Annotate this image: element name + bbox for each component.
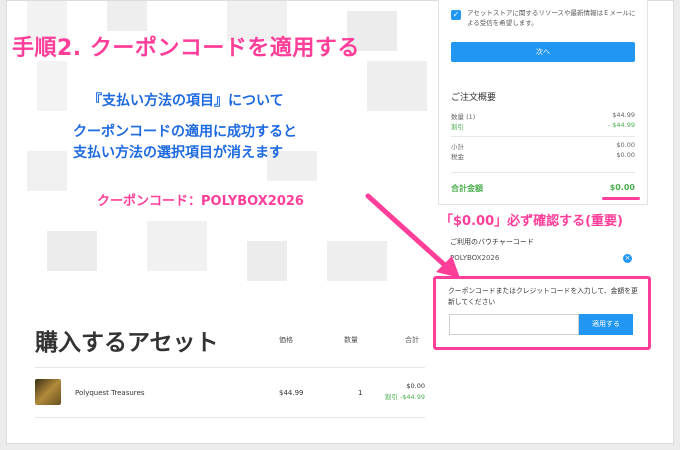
divider (451, 136, 635, 137)
table-divider (35, 367, 425, 368)
coupon-code-label: クーポンコード：POLYBOX2026 (97, 194, 304, 209)
newsletter-text: アセットストアに関するリソースや最新情報はＥメールによる受信を希望します。 (467, 9, 636, 27)
annotation-line-1: 『支払い方法の項目』について (88, 93, 284, 109)
quantity-row: 数量 (1) $44.99 (451, 111, 635, 121)
assets-title: 購入するアセット (35, 330, 219, 356)
order-card: ✓ アセットストアに関するリソースや最新情報はＥメールによる受信を希望します。 … (438, 0, 648, 205)
checkbox-checked-icon[interactable]: ✓ (451, 10, 461, 20)
coupon-input[interactable] (449, 314, 579, 335)
tax-label: 税金 (451, 153, 464, 161)
table-divider-bottom (35, 417, 425, 418)
asset-name[interactable]: Polyquest Treasures (75, 389, 144, 397)
total-value: $0.00 (609, 183, 635, 192)
annotation-line-3: 支払い方法の選択項目が消えます (73, 145, 283, 161)
discount-row: 割引 - $44.99 (451, 121, 635, 131)
newsletter-row[interactable]: ✓ アセットストアに関するリソースや最新情報はＥメールによる受信を希望します。 (451, 8, 641, 28)
subtotal-label: 小計 (451, 143, 464, 151)
col-total: 合計 (405, 336, 419, 344)
quantity-label: 数量 (1) (451, 113, 476, 121)
annotation-line-2: クーポンコードの適用に成功すると (73, 124, 297, 140)
asset-qty: 1 (358, 389, 363, 397)
divider (451, 172, 635, 173)
asset-price: $44.99 (279, 389, 304, 397)
total-highlight-underline (602, 197, 640, 200)
coupon-instruction: クーポンコードまたはクレジットコードを入力して、金額を更新してください (448, 287, 638, 306)
coupon-highlight-box: クーポンコードまたはクレジットコードを入力して、金額を更新してください 適用する (433, 276, 651, 350)
subtotal-row: 小計 $0.00 (451, 141, 635, 151)
discount-label: 割引 (451, 123, 464, 131)
subtotal-value: $0.00 (616, 141, 635, 149)
total-row: 合計金額 $0.00 (451, 183, 635, 194)
asset-thumbnail[interactable] (35, 379, 61, 405)
asset-subtotal-value: $0.00 (406, 382, 425, 390)
tax-row: 税金 $0.00 (451, 151, 635, 161)
discount-value: - $44.99 (607, 121, 635, 129)
col-price: 価格 (279, 336, 293, 344)
tax-value: $0.00 (616, 151, 635, 159)
order-summary-title: ご注文概要 (451, 93, 497, 103)
asset-subtotal: $0.00 割引 -$44.99 (383, 381, 425, 403)
apply-button[interactable]: 適用する (579, 314, 633, 335)
step-title: 手順2. クーポンコードを適用する (12, 36, 360, 61)
remove-voucher-icon[interactable]: × (623, 254, 632, 263)
next-button[interactable]: 次へ (451, 42, 635, 62)
pointer-arrow-icon (365, 193, 460, 278)
quantity-value: $44.99 (612, 111, 635, 119)
asset-discount: 割引 -$44.99 (384, 393, 425, 401)
col-qty: 数量 (344, 336, 358, 344)
